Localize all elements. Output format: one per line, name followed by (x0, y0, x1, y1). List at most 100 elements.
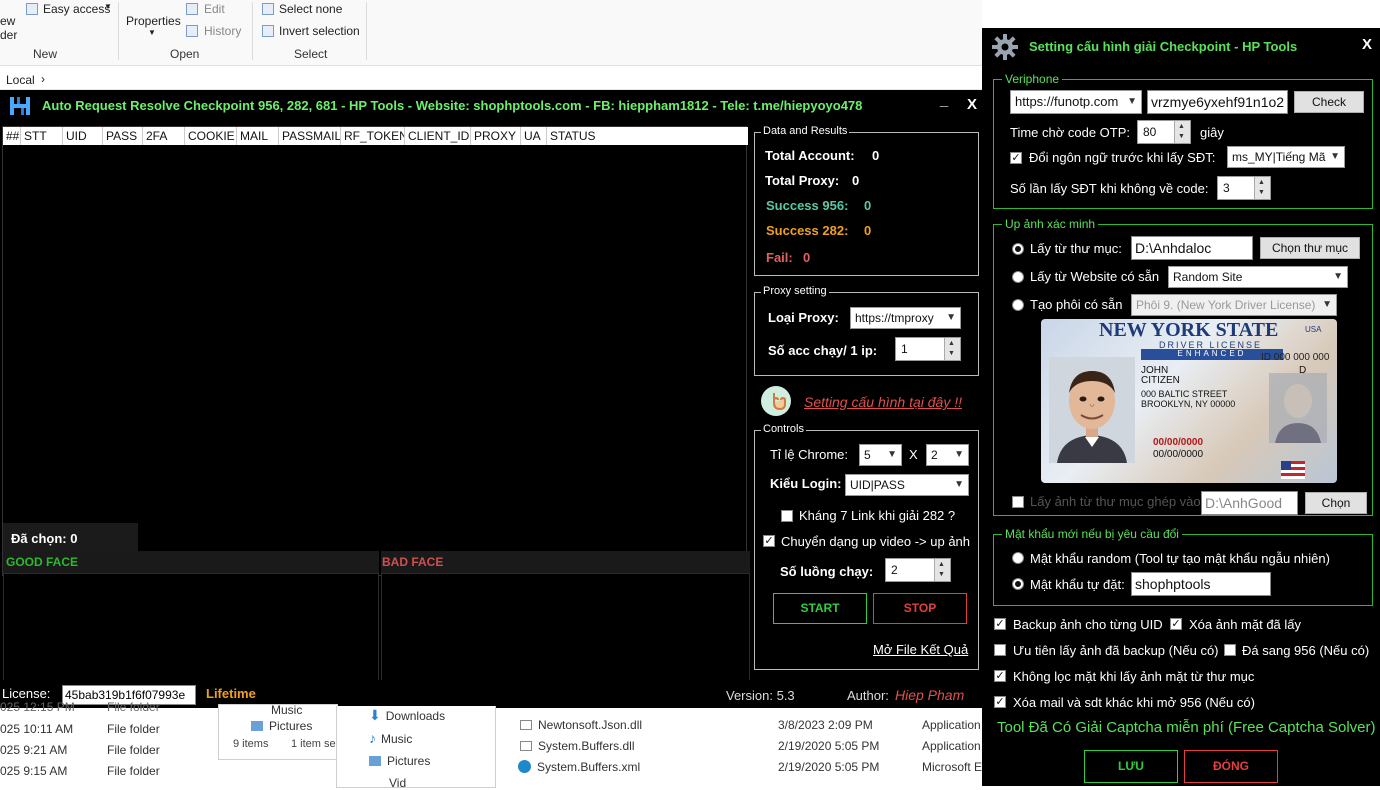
folder-path-input[interactable]: D:\Anhdaloc (1131, 236, 1253, 260)
close-button[interactable]: X (962, 96, 982, 113)
column-header[interactable]: STATUS (547, 127, 748, 145)
khang7-checkbox[interactable] (781, 510, 793, 522)
language-value: ms_MY|Tiếng Mã (1232, 150, 1326, 164)
merge-folder-checkbox[interactable] (1012, 496, 1024, 508)
ribbon-select-none[interactable]: Select none (279, 2, 342, 16)
threads-spinner[interactable]: 2 ▲ ▼ (885, 558, 951, 582)
proxy-type-select[interactable]: https://tmproxy ▼ (850, 307, 961, 329)
choose-folder-button[interactable]: Chọn thư mục (1260, 237, 1360, 259)
delete-mail-checkbox[interactable]: ✓ (994, 696, 1006, 708)
ribbon-group-select: Select (294, 47, 328, 61)
column-header[interactable]: UA (521, 127, 547, 145)
login-type-select[interactable]: UID|PASS ▼ (845, 474, 969, 496)
no-filter-checkbox[interactable]: ✓ (994, 670, 1006, 682)
otp-site-select[interactable]: https://funotp.com ▼ (1010, 90, 1142, 114)
minimize-button[interactable]: _ (934, 92, 954, 109)
column-header[interactable]: RF_TOKEN (341, 127, 405, 145)
nav-pictures[interactable]: Pictures (369, 754, 430, 768)
file-item[interactable]: System.Buffers.xml (518, 760, 640, 774)
nav-music[interactable]: ♪ Music (369, 730, 412, 746)
ribbon-properties[interactable]: Properties (126, 14, 181, 28)
random-password-label: Mật khẩu random (Tool tự tạo mật khẩu ng… (1030, 551, 1330, 566)
column-header[interactable]: PASS (103, 127, 143, 145)
ribbon-invert-selection[interactable]: Invert selection (279, 24, 360, 38)
column-header[interactable]: PROXY (471, 127, 521, 145)
chevron-right-icon: › (41, 72, 45, 86)
file-name: System.Buffers.dll (538, 739, 635, 753)
file-item[interactable]: System.Buffers.dll (520, 739, 634, 753)
random-password-radio[interactable] (1012, 552, 1024, 564)
chrome-ratio-a-select[interactable]: 5 ▼ (859, 444, 902, 466)
column-header[interactable]: MAIL (237, 127, 279, 145)
prefer-backup-label: Ưu tiên lấy ảnh đã backup (Nếu có) (1013, 643, 1219, 658)
website-value: Random Site (1173, 270, 1243, 284)
template-select[interactable]: Phôi 9. (New York Driver License) ▼ (1131, 294, 1337, 316)
dialog-close-button[interactable]: X (1362, 36, 1372, 53)
ribbon-new-folder-1[interactable]: ew (0, 14, 15, 28)
spinner-buttons[interactable]: ▲ ▼ (944, 338, 960, 360)
from-folder-radio[interactable] (1012, 243, 1024, 255)
file-item[interactable]: Newtonsoft.Json.dll (520, 718, 642, 732)
nav-downloads[interactable]: ⬇ Downloads (369, 707, 445, 724)
api-key-input[interactable]: vrzmye6yxehf91n1o2 (1147, 90, 1288, 114)
spinner-buttons[interactable]: ▲ ▼ (1174, 121, 1190, 143)
chevron-down-icon: ▼ (104, 2, 112, 11)
otp-wait-spinner[interactable]: 80 ▲ ▼ (1137, 120, 1191, 144)
account-grid[interactable]: ## STT UID PASS 2FA COOKIE MAIL PASSMAIL… (2, 126, 750, 710)
otp-site-value: https://funotp.com (1015, 94, 1119, 109)
data-results-group: Data and Results Total Account: 0 Total … (754, 125, 979, 276)
ribbon-easy-access[interactable]: Easy access (43, 2, 110, 16)
column-header[interactable]: PASSMAIL (279, 127, 341, 145)
custom-password-radio[interactable] (1012, 578, 1024, 590)
ribbon-new-folder-2[interactable]: der (0, 28, 17, 42)
website-select[interactable]: Random Site ▼ (1168, 266, 1348, 288)
author-name[interactable]: Hiep Pham (895, 687, 964, 703)
from-website-radio[interactable] (1012, 271, 1024, 283)
go-956-checkbox[interactable] (1224, 644, 1236, 656)
custom-password-input[interactable]: shophptools (1131, 572, 1271, 596)
column-header[interactable]: UID (63, 127, 103, 145)
chrome-ratio-b-select[interactable]: 2 ▼ (926, 444, 969, 466)
change-lang-checkbox[interactable]: ✓ (1010, 152, 1022, 164)
column-header[interactable]: ## (3, 127, 21, 145)
language-select[interactable]: ms_MY|Tiếng Mã ▼ (1227, 146, 1345, 168)
ribbon-history[interactable]: History (204, 24, 241, 38)
dll-file-icon (520, 741, 532, 751)
ribbon-edit[interactable]: Edit (204, 2, 225, 16)
save-button[interactable]: LƯU (1084, 750, 1178, 783)
prefer-backup-checkbox[interactable] (994, 644, 1006, 656)
change-lang-label: Đổi ngôn ngữ trước khi lấy SĐT: (1029, 150, 1216, 165)
check-button[interactable]: Check (1294, 91, 1364, 113)
setting-link[interactable]: Setting cấu hình tại đây !! (804, 394, 962, 410)
column-header[interactable]: CLIENT_ID (405, 127, 471, 145)
popup-music[interactable]: Music (271, 703, 302, 717)
column-header[interactable]: STT (21, 127, 63, 145)
chuyen-dang-checkbox[interactable]: ✓ (763, 535, 775, 547)
stop-button[interactable]: STOP (873, 593, 967, 624)
custom-password-label: Mật khẩu tự đặt: (1030, 577, 1125, 592)
popup-pictures[interactable]: Pictures (251, 719, 312, 733)
open-result-link[interactable]: Mở File Kết Quả (873, 642, 968, 657)
acc-per-ip-spinner[interactable]: 1 ▲ ▼ (895, 337, 961, 361)
choose-button[interactable]: Chọn (1305, 492, 1367, 514)
backup-checkbox[interactable]: ✓ (994, 618, 1006, 630)
nav-videos[interactable]: Vid (389, 776, 406, 790)
delete-mail-label: Xóa mail và sdt khác khi mở 956 (Nếu có) (1013, 695, 1255, 710)
total-account-value: 0 (872, 148, 880, 163)
password-group: Mật khẩu mới nếu bị yêu cầu đổi Mật khẩu… (993, 527, 1373, 606)
column-header[interactable]: COOKIE (185, 127, 237, 145)
success956-value: 0 (864, 198, 872, 213)
retry-spinner[interactable]: 3 ▲ ▼ (1217, 176, 1271, 200)
controls-label: Controls (761, 423, 806, 435)
address-bar[interactable]: Local › (0, 70, 982, 90)
spinner-buttons[interactable]: ▲ ▼ (934, 559, 950, 581)
make-template-radio[interactable] (1012, 299, 1024, 311)
delete-used-checkbox[interactable]: ✓ (1170, 618, 1182, 630)
driver-license-preview: NEW YORK STATE USA DRIVER LICENSE ENHANC… (1041, 319, 1337, 483)
merge-path-input[interactable]: D:\AnhGood (1201, 491, 1298, 515)
column-header[interactable]: 2FA (143, 127, 185, 145)
start-button[interactable]: START (773, 593, 867, 624)
file-name: Newtonsoft.Json.dll (538, 718, 643, 732)
spinner-buttons[interactable]: ▲ ▼ (1254, 177, 1270, 199)
dialog-close-bottom-button[interactable]: ĐÓNG (1184, 750, 1278, 783)
